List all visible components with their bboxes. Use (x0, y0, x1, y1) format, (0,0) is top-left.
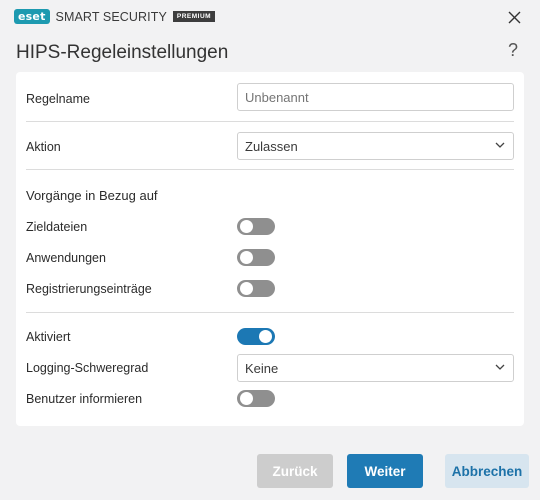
action-label: Aktion (26, 140, 61, 154)
chevron-down-icon (495, 142, 505, 148)
divider (26, 121, 514, 122)
chevron-down-icon (495, 364, 505, 370)
registry-entries-toggle[interactable] (237, 280, 275, 297)
divider (26, 312, 514, 313)
toggle-knob (240, 392, 253, 405)
target-files-label: Zieldateien (26, 220, 88, 234)
brand: eset SMART SECURITY PREMIUM (14, 9, 216, 24)
help-icon: ? (507, 40, 518, 60)
next-button[interactable]: Weiter (347, 454, 423, 488)
dialog-title: HIPS-Regeleinstellungen (16, 42, 229, 63)
registry-entries-label: Registrierungseinträge (26, 282, 152, 296)
notify-user-toggle[interactable] (237, 390, 275, 407)
operations-heading: Vorgänge in Bezug auf (26, 188, 158, 203)
notify-user-label: Benutzer informieren (26, 392, 143, 406)
logging-severity-value: Keine (245, 360, 279, 376)
toggle-knob (240, 251, 253, 264)
target-files-toggle[interactable] (237, 218, 275, 235)
logging-severity-label: Logging-Schweregrad (26, 361, 149, 375)
action-select-value: Zulassen (245, 138, 298, 154)
applications-label: Anwendungen (26, 251, 106, 265)
activated-label: Aktiviert (26, 330, 71, 344)
title-bar: eset SMART SECURITY PREMIUM (0, 0, 540, 32)
cancel-button[interactable]: Abbrechen (445, 454, 529, 488)
rule-name-label: Regelname (26, 92, 90, 106)
activated-toggle[interactable] (237, 328, 275, 345)
back-button[interactable]: Zurück (257, 454, 333, 488)
help-button[interactable]: ? (508, 40, 518, 61)
close-button[interactable] (502, 6, 526, 28)
toggle-knob (259, 330, 272, 343)
product-name: SMART SECURITY (55, 9, 167, 24)
action-select[interactable]: Zulassen (237, 132, 514, 160)
edition-badge: PREMIUM (172, 11, 216, 22)
close-icon (508, 11, 520, 23)
settings-panel: Regelname Aktion Zulassen Vorgänge in Be… (16, 72, 524, 426)
applications-toggle[interactable] (237, 249, 275, 266)
logging-severity-select[interactable]: Keine (237, 354, 514, 382)
eset-logo: eset (14, 9, 50, 24)
toggle-knob (240, 282, 253, 295)
divider (26, 169, 514, 170)
rule-name-input[interactable] (237, 83, 514, 111)
toggle-knob (240, 220, 253, 233)
